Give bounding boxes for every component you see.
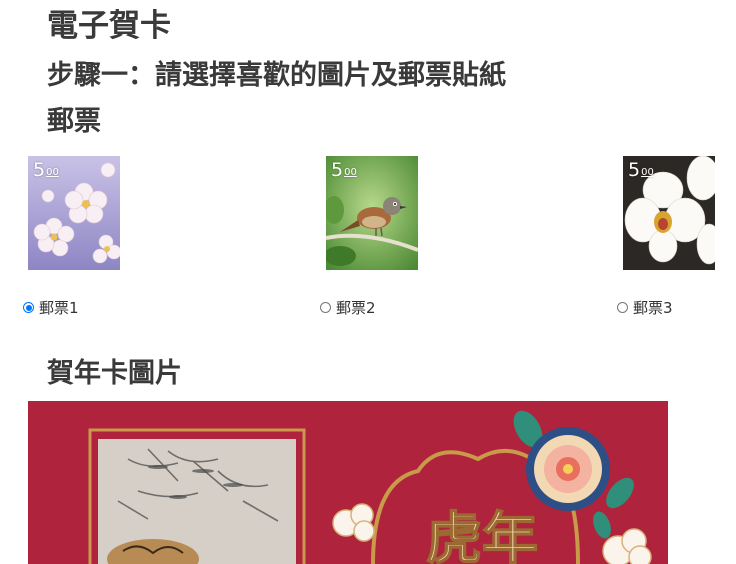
stamp-denomination: 500 xyxy=(33,159,59,181)
card-greeting-text: 虎年 xyxy=(426,506,538,564)
card-heading: 賀年卡圖片 xyxy=(47,358,182,389)
tiger-year-card-picture: 虎年 xyxy=(28,401,668,564)
stamp-image-orchid[interactable]: 500 xyxy=(623,156,715,270)
radio-button[interactable] xyxy=(320,302,331,313)
stamp-option-label: 郵票2 xyxy=(336,299,376,317)
stamp-option-3[interactable]: 郵票3 xyxy=(617,297,673,318)
stamp-option-1[interactable]: 郵票1 xyxy=(23,297,79,318)
greeting-card-image[interactable]: 虎年 xyxy=(28,401,668,564)
stamp-image-cherry-blossom[interactable]: 500 xyxy=(28,156,120,270)
step-title: 步驟一：請選擇喜歡的圖片及郵票貼紙 xyxy=(47,60,506,91)
radio-button-selected[interactable] xyxy=(23,302,34,313)
stamp-option-label: 郵票1 xyxy=(39,299,79,317)
stamp-option-2[interactable]: 郵票2 xyxy=(320,297,376,318)
stamp-option-label: 郵票3 xyxy=(633,299,673,317)
stamp-denomination: 500 xyxy=(331,159,357,181)
stamp-image-bird[interactable]: 500 xyxy=(326,156,418,270)
stamps-heading: 郵票 xyxy=(47,106,101,137)
radio-button[interactable] xyxy=(617,302,628,313)
page-title: 電子賀卡 xyxy=(47,8,171,44)
stamp-denomination: 500 xyxy=(628,159,654,181)
